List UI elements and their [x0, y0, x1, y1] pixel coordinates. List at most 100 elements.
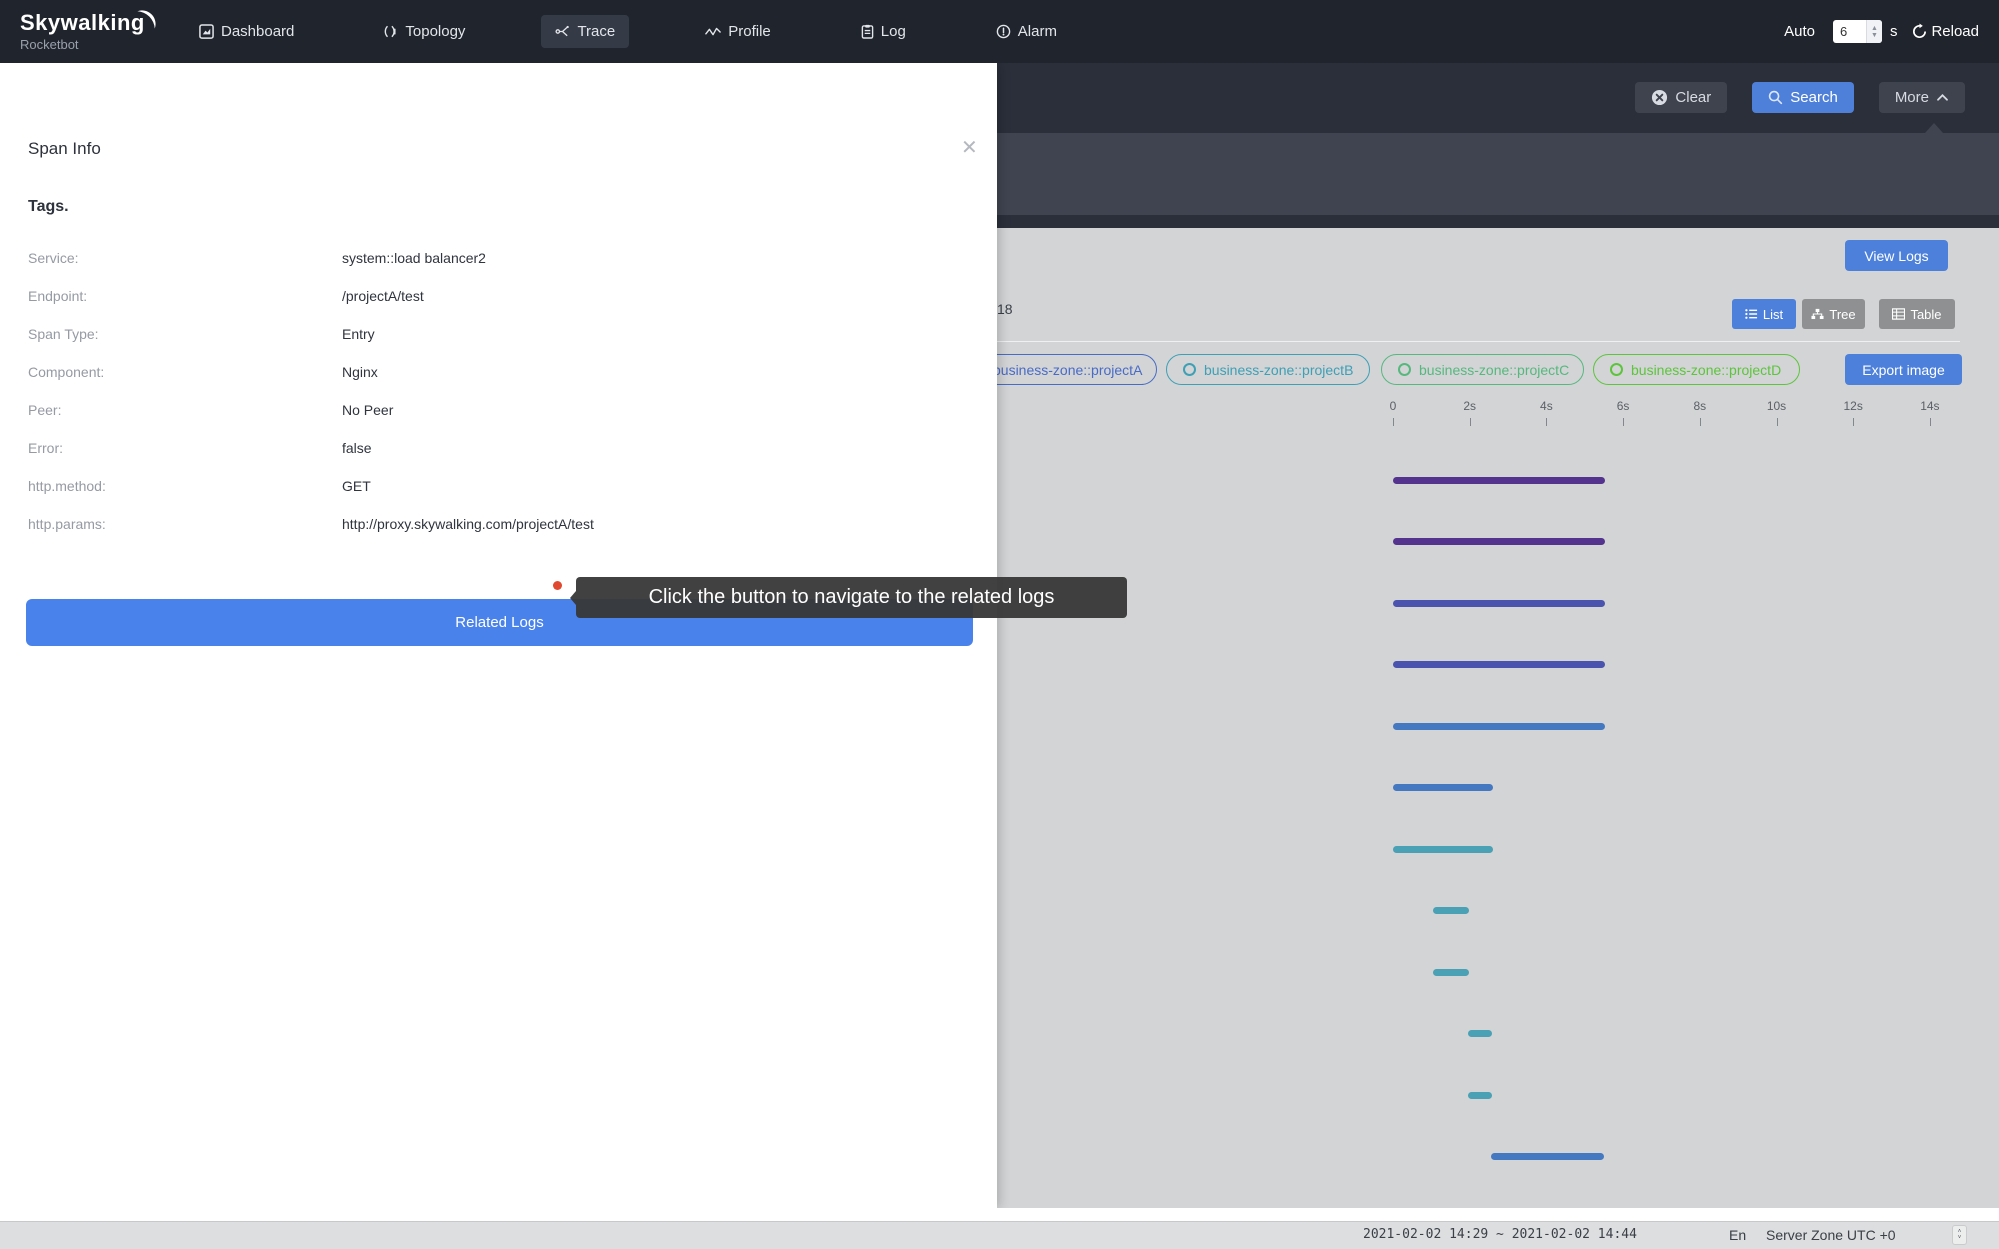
trace-span-bar[interactable] — [1393, 600, 1605, 607]
logo-title: Skywalking — [20, 12, 145, 34]
nav-item-trace[interactable]: Trace — [541, 15, 629, 48]
main-nav: Dashboard Topology Trace Profile — [185, 0, 1133, 63]
nav-item-label: Profile — [728, 23, 771, 40]
search-button[interactable]: Search — [1752, 82, 1854, 113]
stepper-arrows-icon[interactable]: ▲▼ — [1866, 20, 1882, 43]
attr-label: Component: — [28, 364, 104, 380]
trace-span-bar[interactable] — [1433, 969, 1468, 976]
attr-label: Error: — [28, 440, 63, 456]
legend-pill-projectD[interactable]: business-zone::projectD — [1593, 354, 1800, 385]
span-attr-row-http-params: http.params: http://proxy.skywalking.com… — [0, 505, 997, 543]
trace-span-bar[interactable] — [1468, 1030, 1492, 1037]
axis-tick-mark — [1470, 418, 1471, 426]
trace-span-bar[interactable] — [1393, 784, 1493, 791]
span-attr-row-error: Error: false — [0, 429, 997, 467]
close-icon[interactable]: ✕ — [961, 135, 978, 160]
time-range-display[interactable]: 2021-02-02 14:29 ~ 2021-02-02 14:44 — [1363, 1227, 1637, 1242]
nav-item-log[interactable]: Log — [847, 15, 920, 48]
legend-label: business-zone::projectB — [1204, 362, 1353, 378]
span-info-panel: Span Info ✕ Tags. Service: system::load … — [0, 63, 997, 1208]
language-selector[interactable]: En — [1729, 1227, 1746, 1243]
more-button[interactable]: More — [1879, 82, 1965, 113]
nav-item-label: Dashboard — [221, 23, 294, 40]
attr-label: Endpoint: — [28, 288, 87, 304]
attr-value: system::load balancer2 — [342, 250, 486, 266]
profile-pulse-icon — [705, 26, 721, 38]
nav-item-topology[interactable]: Topology — [370, 15, 479, 48]
nav-item-label: Topology — [405, 23, 465, 40]
axis-tick-mark — [1700, 418, 1701, 426]
legend-label: business-zone::projectA — [993, 362, 1142, 378]
span-attr-row-http-method: http.method: GET — [0, 467, 997, 505]
axis-tick-label: 14s — [1900, 399, 1960, 413]
axis-tick-mark — [1623, 418, 1624, 426]
tooltip-text: Click the button to navigate to the rela… — [649, 586, 1055, 609]
reload-label: Reload — [1931, 23, 1979, 40]
trace-span-bar[interactable] — [1393, 477, 1605, 484]
nav-item-profile[interactable]: Profile — [691, 15, 785, 48]
span-attr-row-span-type: Span Type: Entry — [0, 315, 997, 353]
view-mode-tree-button[interactable]: Tree — [1802, 299, 1865, 329]
more-panel-caret — [1925, 123, 1943, 133]
top-navbar: Skywalking Rocketbot Dashboard Topology — [0, 0, 1999, 63]
tree-icon — [1811, 308, 1824, 320]
logo-swoosh-icon — [132, 8, 158, 34]
view-mode-list-button[interactable]: List — [1732, 299, 1796, 329]
trace-span-bar[interactable] — [1393, 538, 1605, 545]
span-attr-row-endpoint: Endpoint: /projectA/test — [0, 277, 997, 315]
legend-circle-icon — [1183, 363, 1196, 376]
axis-tick-mark — [1853, 418, 1854, 426]
trace-span-bar[interactable] — [1433, 907, 1468, 914]
log-clipboard-icon — [861, 24, 874, 39]
trace-span-bar[interactable] — [1393, 661, 1605, 668]
nav-item-alarm[interactable]: Alarm — [982, 15, 1071, 48]
zone-stepper-icon[interactable]: ˄˅ — [1952, 1225, 1967, 1245]
legend-label: business-zone::projectD — [1631, 362, 1781, 378]
app-logo[interactable]: Skywalking Rocketbot — [20, 12, 145, 52]
trace-span-bar[interactable] — [1393, 846, 1493, 853]
export-image-button[interactable]: Export image — [1845, 354, 1962, 385]
server-zone-label: Server Zone UTC +0 — [1766, 1227, 1896, 1243]
legend-circle-icon — [1610, 363, 1623, 376]
axis-tick-label: 2s — [1440, 399, 1500, 413]
nav-item-label: Log — [881, 23, 906, 40]
nav-item-label: Trace — [577, 23, 615, 40]
attr-value: false — [342, 440, 372, 456]
chevron-up-icon — [1936, 93, 1949, 102]
attr-value: No Peer — [342, 402, 393, 418]
axis-tick-label: 10s — [1747, 399, 1807, 413]
view-mode-label: Tree — [1829, 307, 1855, 322]
attr-label: http.params: — [28, 516, 106, 532]
view-mode-label: List — [1763, 307, 1783, 322]
view-mode-table-button[interactable]: Table — [1879, 299, 1955, 329]
auto-label: Auto — [1784, 23, 1815, 40]
trace-span-bar[interactable] — [1491, 1153, 1604, 1160]
search-label: Search — [1790, 89, 1838, 106]
attr-value: /projectA/test — [342, 288, 424, 304]
span-attr-row-peer: Peer: No Peer — [0, 391, 997, 429]
nav-item-label: Alarm — [1018, 23, 1057, 40]
nav-item-dashboard[interactable]: Dashboard — [185, 15, 308, 48]
axis-tick-label: 12s — [1823, 399, 1883, 413]
clear-circle-x-icon — [1651, 89, 1668, 106]
attr-value: Entry — [342, 326, 375, 342]
content-bottom-band — [0, 1208, 1999, 1221]
reload-button[interactable]: Reload — [1911, 23, 1979, 40]
view-logs-button[interactable]: View Logs — [1845, 240, 1948, 271]
legend-pill-projectB[interactable]: business-zone::projectB — [1166, 354, 1370, 385]
attr-value: http://proxy.skywalking.com/projectA/tes… — [342, 516, 594, 532]
legend-pill-projectC[interactable]: business-zone::projectC — [1381, 354, 1584, 385]
alarm-circle-icon — [996, 24, 1011, 39]
trace-span-bar[interactable] — [1393, 723, 1605, 730]
trace-span-bar[interactable] — [1468, 1092, 1492, 1099]
view-mode-label: Table — [1910, 307, 1941, 322]
axis-tick-label: 0 — [1363, 399, 1423, 413]
clear-button[interactable]: Clear — [1635, 82, 1727, 113]
auto-interval-input[interactable]: 6 ▲▼ — [1833, 20, 1882, 43]
reload-icon — [1911, 23, 1928, 40]
logo-subtitle: Rocketbot — [20, 37, 145, 52]
axis-tick-label: 6s — [1593, 399, 1653, 413]
panel-title: Span Info — [28, 139, 101, 159]
seconds-label: s — [1890, 23, 1898, 40]
attr-value: Nginx — [342, 364, 378, 380]
